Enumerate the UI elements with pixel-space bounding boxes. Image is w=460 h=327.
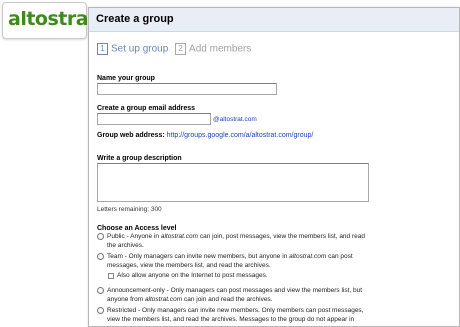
group-name-input[interactable] (97, 83, 277, 95)
step-setup: 1 Set up group (97, 43, 168, 55)
description-label: Write a group description (97, 155, 182, 162)
radio-team[interactable] (97, 253, 104, 260)
step-number: 1 (97, 43, 108, 55)
web-address-url[interactable]: http://groups.google.com/a/altostrat.com… (167, 132, 314, 139)
group-web-address: Group web address: http://groups.google.… (97, 132, 313, 139)
letters-remaining: Letters remaining: 300 (97, 206, 162, 213)
radio-public[interactable] (97, 233, 104, 240)
radio-announcement[interactable] (97, 287, 104, 294)
page-title: Create a group (96, 13, 174, 25)
step-label: Add members (189, 43, 252, 55)
description-textarea[interactable] (97, 163, 369, 202)
web-address-label: Group web address: (97, 132, 165, 139)
panel-header: Create a group (89, 8, 459, 32)
public-post-checkbox[interactable] (108, 273, 114, 279)
email-domain-suffix: @altostrat.com (213, 116, 257, 123)
create-group-panel: Create a group 1 Set up group 2 Add member… (88, 7, 460, 327)
group-name-label: Name your group (97, 75, 155, 82)
group-email-input[interactable] (97, 113, 211, 125)
logo-text: altostrat (8, 8, 97, 30)
public-post-checkbox-label: Also allow anyone on the Internet to pos… (117, 272, 268, 279)
step-label: Set up group (111, 43, 169, 55)
step-indicator: 1 Set up group 2 Add members (97, 43, 255, 55)
group-email-label: Create a group email address (97, 105, 196, 112)
step-add-members: 2 Add members (175, 43, 251, 55)
step-number: 2 (175, 43, 187, 55)
access-level-label: Choose an Access level (97, 225, 177, 232)
logo: altostrat (2, 2, 97, 39)
